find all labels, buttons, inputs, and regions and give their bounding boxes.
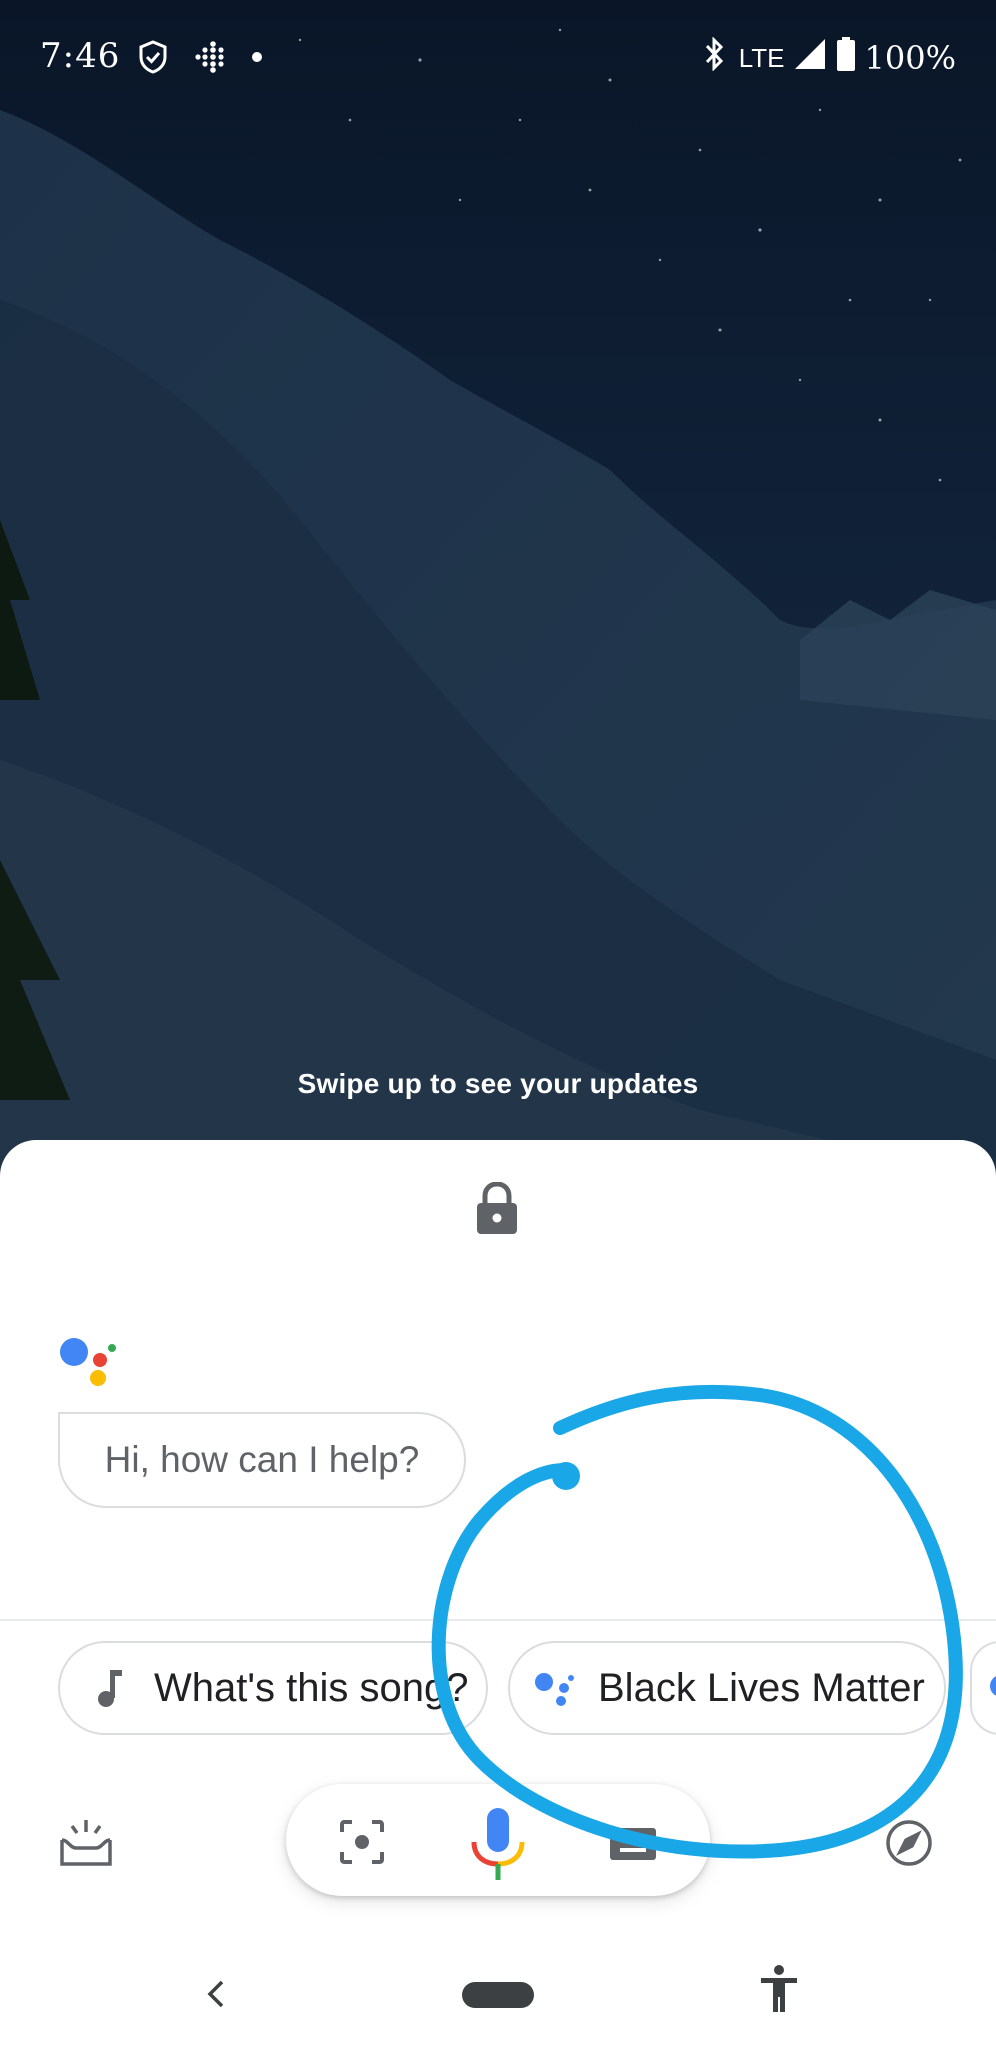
- accessibility-icon[interactable]: [758, 1964, 800, 2019]
- chip-label: Black Lives Matter: [598, 1665, 925, 1710]
- lock-icon: [474, 1181, 520, 1236]
- chip-label: What's this song?: [154, 1665, 469, 1710]
- battery-icon: [835, 36, 857, 80]
- notification-dot-icon: [250, 50, 264, 69]
- home-pill[interactable]: [462, 1982, 534, 2008]
- lens-icon[interactable]: [338, 1818, 386, 1871]
- bluetooth-icon: [701, 36, 727, 79]
- network-type: LTE: [738, 42, 785, 73]
- chip-whats-this-song[interactable]: What's this song?: [58, 1641, 488, 1735]
- back-icon[interactable]: [204, 1976, 228, 2017]
- fitbit-icon: [192, 40, 226, 79]
- navigation-bar: [0, 1940, 996, 2048]
- status-time: 7:46: [40, 36, 121, 76]
- assistant-greeting: Hi, how can I help?: [58, 1412, 466, 1508]
- battery-percent: 100%: [864, 39, 956, 77]
- mic-icon[interactable]: [470, 1806, 526, 1887]
- shield-check-icon: [138, 40, 168, 79]
- chip-partial[interactable]: [970, 1641, 996, 1735]
- explore-icon[interactable]: [884, 1818, 934, 1873]
- lockscreen-wallpaper: [0, 0, 996, 1180]
- assistant-dots-icon: [986, 1666, 996, 1711]
- chip-black-lives-matter[interactable]: Black Lives Matter: [508, 1641, 946, 1735]
- signal-icon: [793, 37, 827, 79]
- status-bar: 7:46 LTE 100%: [0, 0, 996, 120]
- divider: [0, 1619, 996, 1621]
- music-note-icon: [84, 1662, 136, 1714]
- snapshot-icon[interactable]: [58, 1818, 114, 1873]
- keyboard-icon[interactable]: [608, 1826, 658, 1867]
- assistant-dots-icon: [528, 1662, 580, 1714]
- assistant-logo-icon: [58, 1334, 118, 1388]
- assistant-sheet: [0, 1140, 996, 2048]
- swipe-up-hint[interactable]: Swipe up to see your updates: [0, 1068, 996, 1100]
